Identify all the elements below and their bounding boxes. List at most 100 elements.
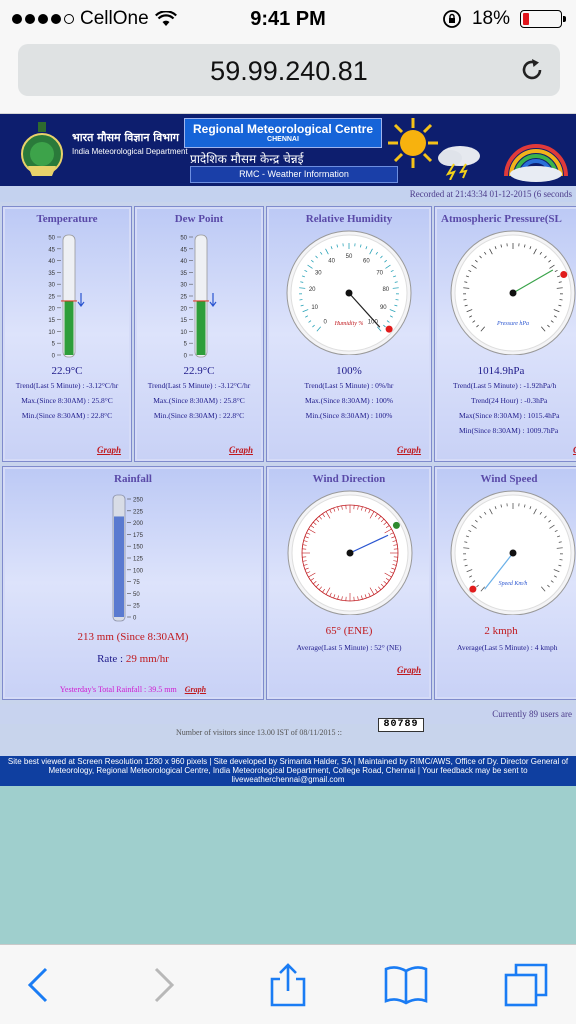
humidity-graph-link[interactable]: Graph	[397, 445, 421, 455]
dewpoint-tick-label: 15	[180, 318, 187, 324]
url-text[interactable]: 59.99.240.81	[18, 56, 560, 87]
temperature-tick-label: 35	[48, 271, 55, 277]
sun-icon	[388, 118, 438, 168]
temperature-tick-label: 50	[48, 236, 55, 242]
dewpoint-title: Dew Point	[174, 213, 224, 225]
temperature-thermometer: 50454035302520151050	[48, 234, 85, 360]
humidity-tick-label: 80	[382, 287, 389, 293]
temperature-trend: Trend(Last 5 Minute) : -3.12°C/hr	[15, 381, 119, 390]
wind-direction-compass	[287, 490, 413, 615]
users-online: Currently 89 users are	[0, 704, 576, 724]
temperature-tick-label: 15	[48, 318, 55, 324]
battery-icon	[520, 10, 566, 28]
rainfall-tick-label: 100	[133, 568, 144, 574]
rainfall-level	[114, 516, 124, 617]
pressure-value: 1014.9hPa	[477, 365, 525, 377]
cloud-lightning-icon	[438, 146, 480, 180]
rmc-info-bar: RMC - Weather Information	[190, 166, 398, 183]
hindi-department-title: भारत मौसम विज्ञान विभाग	[72, 131, 179, 144]
pressure-panel: Atmospheric Pressure(SL Pressure hPa 101…	[434, 206, 576, 462]
rmc-city: CHENNAI	[267, 136, 299, 143]
wind-speed-value: 2 kmph	[484, 625, 518, 637]
dewpoint-tick-label: 0	[184, 354, 188, 360]
rainfall-rate-value: 29 mm/hr	[125, 653, 169, 665]
temperature-panel: Temperature 50 45 40 35 30 25 20 15 10 5 0 22.9°C …	[2, 206, 132, 462]
temperature-graph-link[interactable]: Graph	[97, 445, 121, 455]
wind-speed-average: Average(Last 5 Minute) : 4 kmph	[457, 643, 558, 652]
dewpoint-tick-label: 50	[180, 236, 187, 242]
humidity-tick-label: 10	[311, 305, 318, 311]
rainfall-rate-label: Rate :	[97, 653, 124, 665]
dewpoint-tick-label: 35	[180, 271, 187, 277]
rainfall-value: 213 mm (Since 8:30AM)	[77, 631, 189, 643]
wind-direction-title: Wind Direction	[312, 473, 386, 485]
rainfall-yesterday: Yesterday's Total Rainfall : 39.5 mm	[59, 685, 177, 694]
humidity-max: Max.(Since 8:30AM) : 100%	[305, 396, 393, 405]
dewpoint-tick-label: 30	[180, 283, 187, 289]
status-right: 18%	[442, 8, 566, 30]
dewpoint-trend-arrow	[209, 292, 217, 307]
dewpoint-min: Min.(Since 8:30AM) : 22.8°C	[153, 411, 245, 420]
tabs-icon[interactable]	[504, 963, 548, 1007]
browser-toolbar	[0, 944, 576, 1024]
temperature-tick-label: 10	[48, 330, 55, 336]
humidity-caption: Humidity %	[334, 321, 364, 327]
rainfall-tick-label: 225	[133, 509, 144, 515]
address-bar[interactable]: 59.99.240.81	[18, 44, 560, 96]
rainfall-tick-label: 200	[133, 521, 144, 527]
rainbow-icon	[504, 144, 568, 182]
temperature-trend-arrow	[77, 292, 85, 307]
reload-icon[interactable]	[518, 56, 546, 84]
rainfall-yesterday-row: Yesterday's Total Rainfall : 39.5 mm Gra…	[3, 685, 263, 694]
pressure-caption: Pressure hPa	[496, 321, 529, 327]
humidity-tick-label: 40	[328, 258, 335, 264]
dewpoint-tick-label: 10	[180, 330, 187, 336]
temperature-title: Temperature	[36, 213, 98, 225]
dewpoint-panel: Dew Point 50 45 40 35 30 25 20 15 10 5 0 22.9°C Tr…	[134, 206, 264, 462]
rainfall-tick-label: 50	[133, 592, 140, 598]
humidity-dial: 0102030405060708090100Humidity %	[286, 230, 412, 355]
imd-title: India Meteorological Department	[72, 147, 188, 156]
rainfall-tick-label: 25	[133, 604, 140, 610]
rainfall-rate: Rate : 29 mm/hr	[3, 653, 263, 665]
dewpoint-thermometer: 50454035302520151050	[180, 234, 217, 360]
dewpoint-mercury	[196, 300, 206, 355]
temperature-tick-label: 25	[48, 295, 55, 301]
back-icon[interactable]	[18, 963, 62, 1007]
temperature-tick-label: 30	[48, 283, 55, 289]
rainfall-tick-label: 150	[133, 545, 144, 551]
visitors-row: Number of visitors since 13.00 IST of 08…	[0, 726, 576, 748]
rmc-hindi-title: प्रादेशिक मौसम केन्द्र चेन्नई	[190, 152, 304, 166]
wind-direction-value: 65° (ENE)	[325, 625, 373, 637]
humidity-hub	[345, 289, 353, 297]
status-bar: CellOne 9:41 PM 18%	[0, 0, 576, 38]
temperature-max: Max.(Since 8:30AM) : 25.8°C	[21, 396, 113, 405]
share-icon[interactable]	[266, 963, 310, 1007]
wind-direction-average: Average(Last 5 Minute) : 52° (NE)	[296, 643, 402, 652]
wind-speed-dial: Speed Km/h	[450, 490, 576, 615]
bookmarks-icon[interactable]	[384, 963, 428, 1007]
imd-logo	[21, 122, 63, 176]
wind-speed-caption: Speed Km/h	[499, 581, 528, 587]
humidity-tick-label: 70	[376, 270, 383, 276]
rainfall-gauge: 2502252001751501251007550250	[112, 494, 144, 622]
rainfall-tick-label: 250	[133, 498, 144, 504]
dewpoint-graph-link[interactable]: Graph	[229, 445, 253, 455]
pressure-max: Max(Since 8:30AM) : 1015.4hPa	[459, 411, 560, 420]
rainfall-title: Rainfall	[114, 473, 152, 485]
pressure-min: Min(Since 8:30AM) : 1009.7hPa	[459, 426, 559, 435]
rainfall-tick-label: 75	[133, 580, 140, 586]
dewpoint-tick-label: 25	[180, 295, 187, 301]
rainfall-graph-link[interactable]: Graph	[185, 685, 206, 694]
forward-icon[interactable]	[140, 963, 184, 1007]
temperature-tick-label: 45	[48, 247, 55, 253]
temperature-tick-label: 20	[48, 306, 55, 312]
wind-direction-graph-link[interactable]: Graph	[397, 665, 421, 675]
wind-direction-panel: Wind Direction 65° (ENE) Average(Last 5 …	[266, 466, 432, 700]
humidity-tick-label: 20	[309, 287, 316, 293]
wind-speed-panel: Wind Speed Speed Km/h 2 kmph Average(Las…	[434, 466, 576, 700]
site-footer: Site best viewed at Screen Resolution 12…	[0, 756, 576, 786]
web-page: भारत मौसम विज्ञान विभाग India Meteorolog…	[0, 114, 576, 786]
humidity-value: 100%	[336, 365, 362, 377]
temperature-tick-label: 5	[52, 342, 56, 348]
